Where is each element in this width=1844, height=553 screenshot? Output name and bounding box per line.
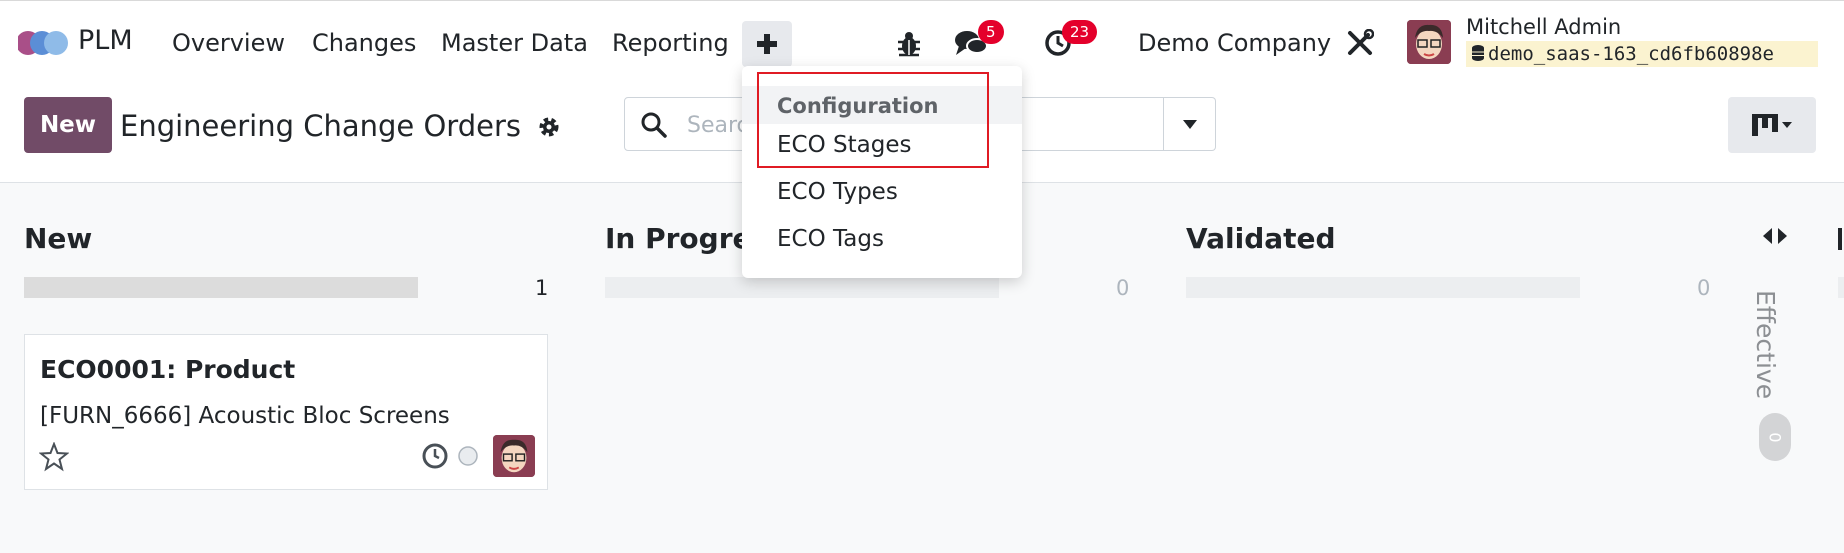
- nav-master-data[interactable]: Master Data: [441, 29, 588, 57]
- messages-badge: 5: [978, 20, 1004, 44]
- column-progress-new[interactable]: [24, 277, 418, 298]
- annotation-highlight-box: [757, 72, 989, 168]
- folded-column-count: 0: [1759, 413, 1791, 461]
- app-logo-icon[interactable]: [18, 27, 68, 59]
- database-icon: [1472, 45, 1484, 61]
- kanban-state-icon[interactable]: [457, 445, 479, 467]
- next-column-edge: [1838, 228, 1842, 250]
- caret-down-icon: [1182, 119, 1197, 129]
- database-name: demo_saas-163_cd6fb60898e: [1466, 41, 1818, 67]
- bug-icon[interactable]: [896, 29, 922, 57]
- card-title: ECO0001: Product: [40, 355, 296, 384]
- folded-column-title[interactable]: Effective: [1751, 290, 1780, 399]
- column-title-new[interactable]: New: [24, 222, 92, 255]
- new-button[interactable]: New: [24, 97, 112, 153]
- configuration-menu-button[interactable]: [742, 21, 792, 67]
- search-options-toggle[interactable]: [1164, 97, 1216, 151]
- settings-tools-icon[interactable]: [1346, 29, 1374, 57]
- company-switcher[interactable]: Demo Company: [1138, 29, 1331, 57]
- nav-reporting[interactable]: Reporting: [612, 29, 729, 57]
- nav-changes[interactable]: Changes: [312, 29, 416, 57]
- activities-badge: 23: [1062, 20, 1098, 44]
- user-avatar-icon: [1407, 20, 1451, 64]
- column-count-new: 1: [535, 276, 549, 300]
- user-name[interactable]: Mitchell Admin: [1466, 15, 1621, 39]
- activity-clock-icon[interactable]: [421, 442, 449, 470]
- column-count-in-progress: 0: [1116, 276, 1130, 300]
- menu-item-eco-types[interactable]: ECO Types: [777, 179, 898, 205]
- plus-icon: [757, 34, 777, 54]
- menu-item-eco-tags[interactable]: ECO Tags: [777, 226, 884, 252]
- page-title: Engineering Change Orders: [120, 109, 560, 143]
- assignee-avatar-icon: [493, 435, 535, 477]
- expand-column-icon[interactable]: [1763, 228, 1787, 244]
- star-icon[interactable]: [39, 442, 69, 472]
- view-switcher-button[interactable]: [1728, 97, 1816, 153]
- gear-icon[interactable]: [538, 116, 560, 138]
- card-assignee-avatar[interactable]: [493, 435, 535, 477]
- column-progress-validated[interactable]: [1186, 277, 1580, 298]
- column-count-validated: 0: [1697, 276, 1711, 300]
- page-title-text: Engineering Change Orders: [120, 109, 521, 143]
- kanban-view-icon: [1752, 114, 1792, 136]
- database-name-text: demo_saas-163_cd6fb60898e: [1488, 43, 1774, 65]
- app-name[interactable]: PLM: [78, 25, 133, 56]
- column-title-validated[interactable]: Validated: [1186, 222, 1336, 255]
- folded-column-count-text: 0: [1765, 431, 1785, 443]
- next-column-progress-edge: [1838, 277, 1844, 298]
- column-progress-in-progress[interactable]: [605, 277, 999, 298]
- user-avatar[interactable]: [1407, 20, 1451, 64]
- search-icon: [641, 112, 667, 138]
- nav-overview[interactable]: Overview: [172, 29, 285, 57]
- kanban-card[interactable]: ECO0001: Product [FURN_6666] Acoustic Bl…: [24, 334, 548, 490]
- card-product: [FURN_6666] Acoustic Bloc Screens: [40, 403, 450, 429]
